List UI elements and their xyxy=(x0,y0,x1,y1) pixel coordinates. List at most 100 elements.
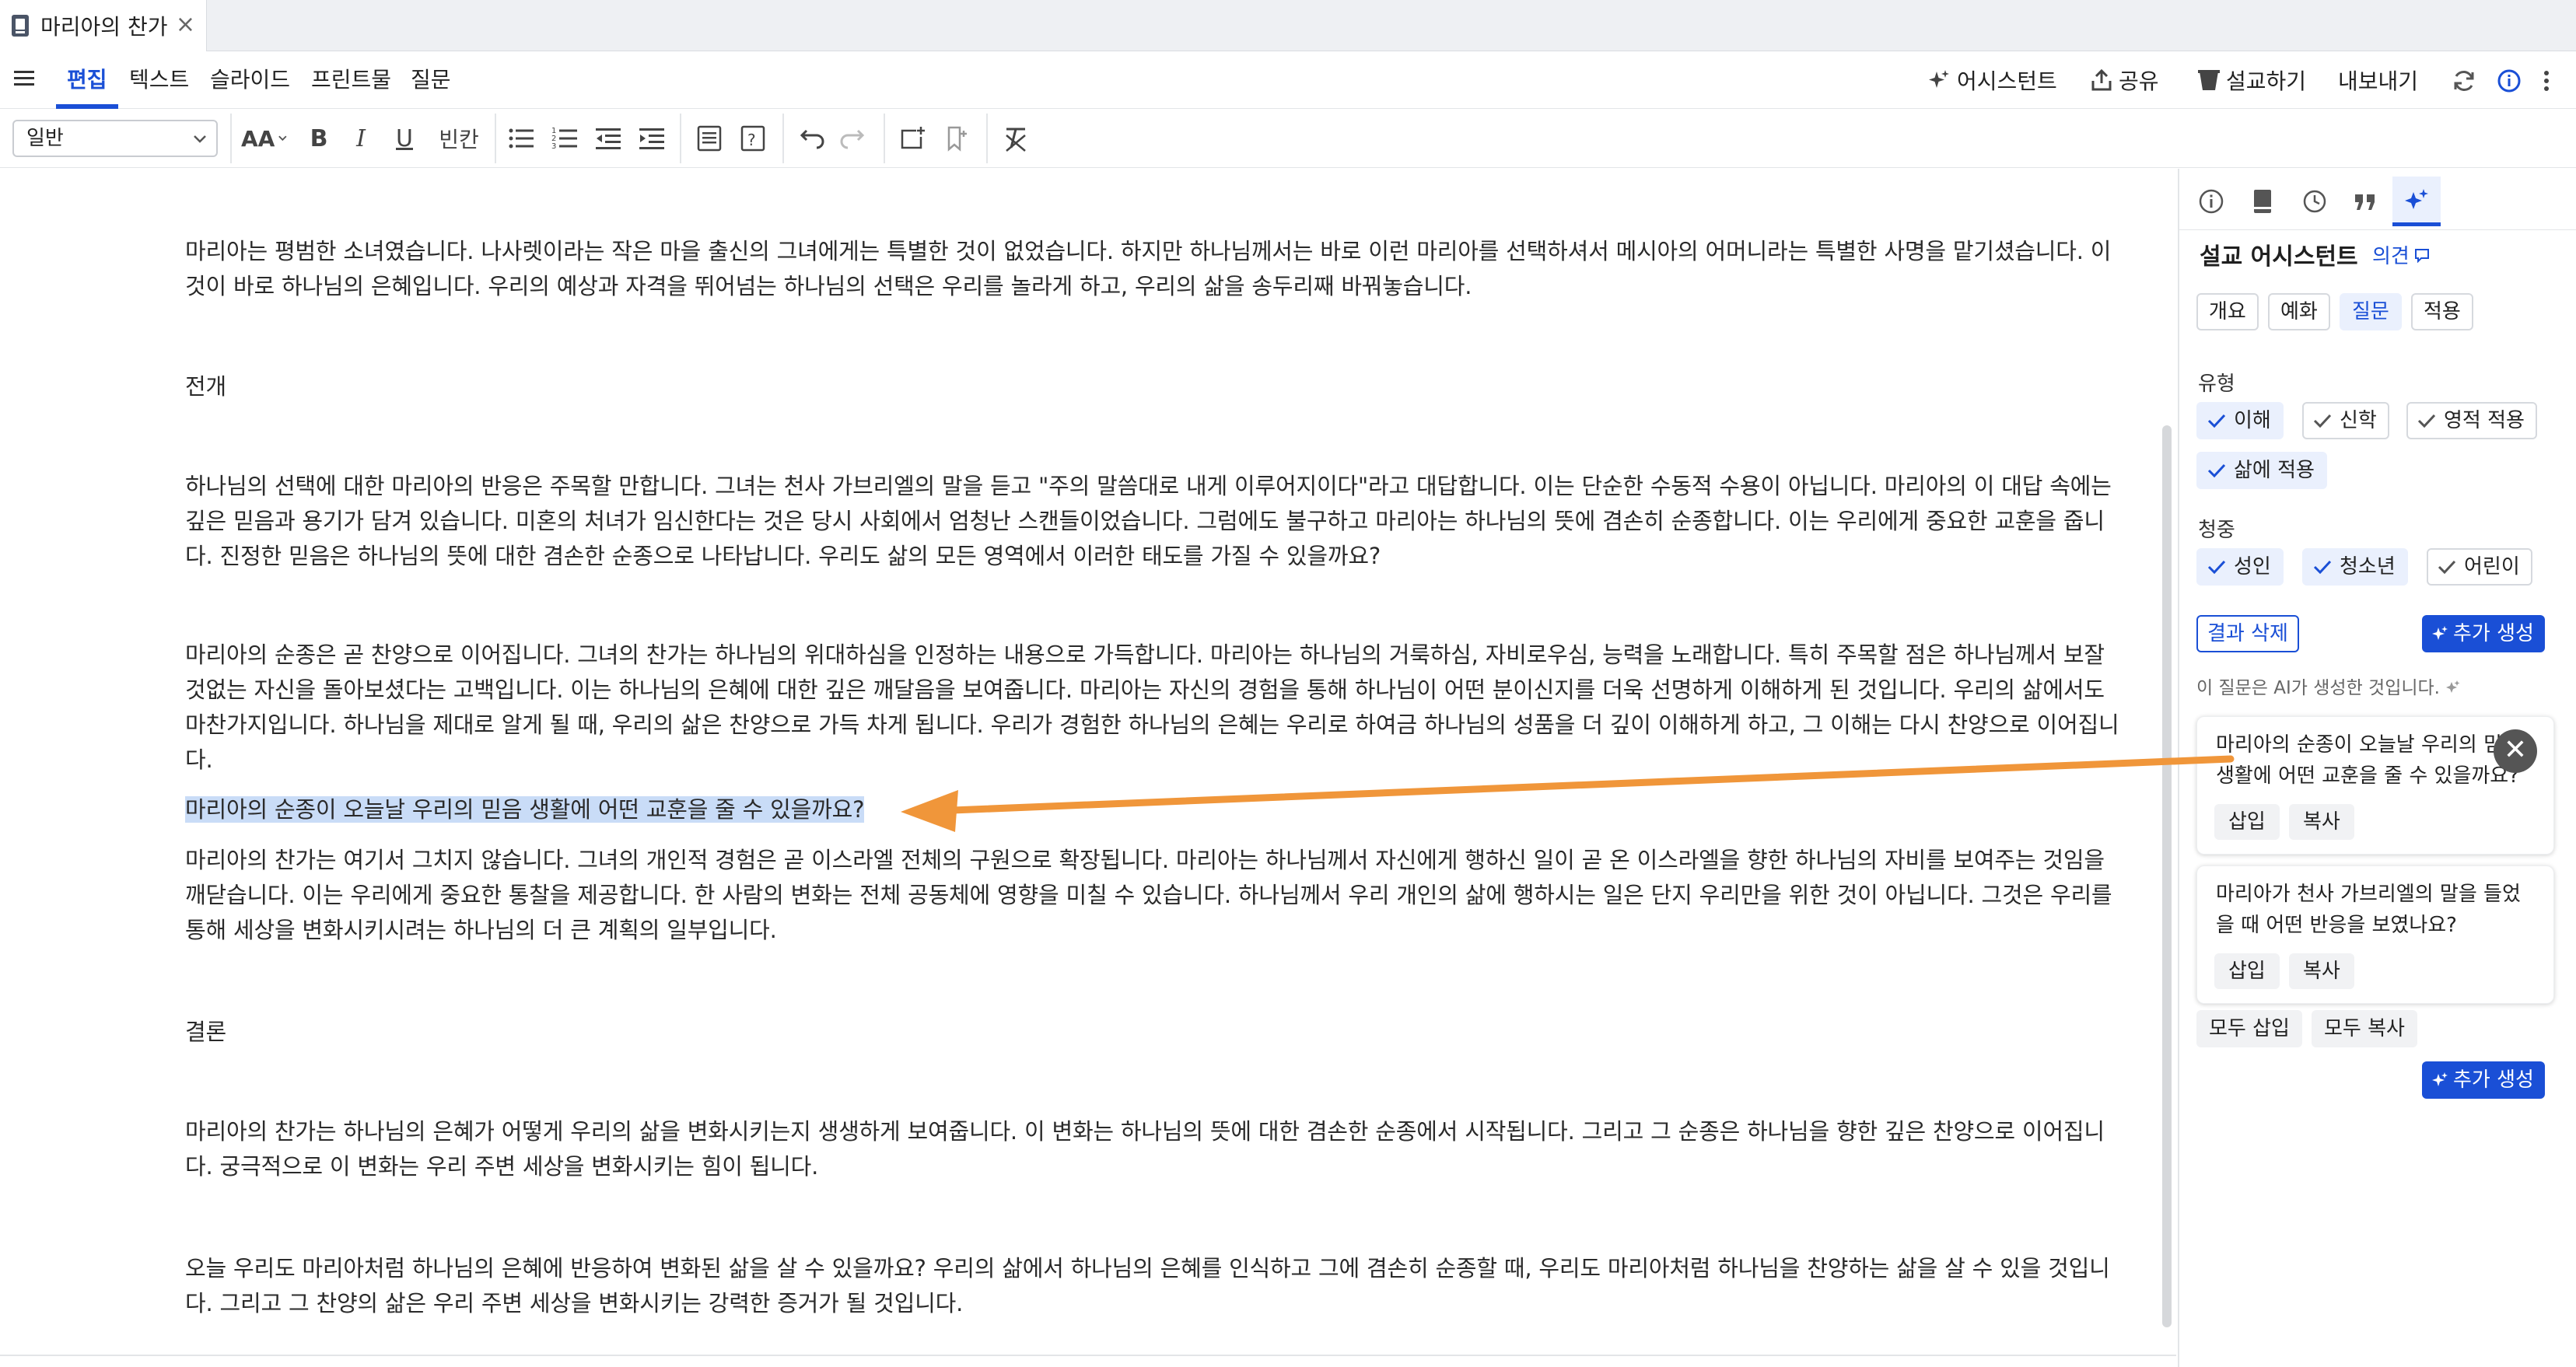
sparkle-icon xyxy=(2446,680,2460,693)
panel-tab-history[interactable] xyxy=(2290,177,2338,226)
font-size-button[interactable]: AA xyxy=(241,123,288,154)
share-button[interactable]: 공유 xyxy=(2091,51,2159,109)
panel-tab-assistant[interactable] xyxy=(2392,177,2441,226)
copy-all-button[interactable]: 모두 복사 xyxy=(2312,1010,2417,1047)
generate-more-button[interactable]: 추가 생성 xyxy=(2422,615,2545,652)
paragraph-style-select[interactable]: 일반 xyxy=(12,120,218,157)
question-card-text: 마리아의 순종이 오늘날 우리의 믿음 생활에 어떤 교훈을 줄 수 있을까요? xyxy=(2216,733,2521,788)
mode-chip-illustration[interactable]: 예화 xyxy=(2268,293,2330,330)
numbered-list-icon[interactable]: 1 2 3 xyxy=(551,123,579,154)
quote-icon xyxy=(2355,194,2375,210)
browser-tab-bar: 마리아의 찬가 × xyxy=(0,0,2576,51)
paragraph[interactable]: 마리아는 평범한 소녀였습니다. 나사렛이라는 작은 마을 출신의 그녀에게는 … xyxy=(185,234,2122,304)
bold-button[interactable]: B xyxy=(305,123,333,154)
more-vertical-icon[interactable] xyxy=(2540,68,2553,93)
preach-button[interactable]: 설교하기 xyxy=(2198,51,2306,109)
audience-option-youth[interactable]: 청소년 xyxy=(2302,548,2408,586)
type-option-understanding[interactable]: 이해 xyxy=(2196,402,2284,439)
format-toolbar: 일반 AA B I U 빈칸 1 2 3 ? xyxy=(0,109,2576,168)
clear-results-button[interactable]: 결과 삭제 xyxy=(2196,615,2299,652)
mode-chip-questions[interactable]: 질문 xyxy=(2340,293,2402,330)
selected-question-text: 마리아의 순종이 오늘날 우리의 믿음 생활에 어떤 교훈을 줄 수 있을까요? xyxy=(185,796,865,823)
paragraph[interactable]: 마리아의 순종은 곧 찬양으로 이어집니다. 그녀의 찬가는 하나님의 위대하심… xyxy=(185,638,2122,778)
type-option-life-application[interactable]: 삶에 적용 xyxy=(2196,452,2327,489)
insert-all-button[interactable]: 모두 삽입 xyxy=(2196,1010,2302,1047)
chevron-down-icon xyxy=(194,135,206,143)
hamburger-menu-icon[interactable] xyxy=(12,67,36,90)
clear-format-icon[interactable] xyxy=(1002,123,1030,154)
insert-button[interactable]: 삽입 xyxy=(2214,804,2280,840)
document-tab-title: 마리아의 찬가 xyxy=(40,14,168,40)
assistant-button[interactable]: 어시스턴트 xyxy=(1927,51,2057,109)
mode-chip-outline[interactable]: 개요 xyxy=(2196,293,2259,330)
audience-option-children[interactable]: 어린이 xyxy=(2427,548,2532,586)
tab-edit[interactable]: 편집 xyxy=(56,51,117,109)
indent-icon[interactable] xyxy=(638,123,666,154)
paragraph[interactable]: 오늘 우리도 마리아처럼 하나님의 은혜에 반응하여 변화된 삶을 살 수 있을… xyxy=(185,1251,2122,1321)
ai-generated-note: 이 질문은 AI가 생성한 것입니다. xyxy=(2196,673,2461,699)
bullet-list-icon[interactable] xyxy=(507,123,535,154)
text-block-icon[interactable] xyxy=(695,123,723,154)
insert-button[interactable]: 삽입 xyxy=(2214,953,2280,989)
copy-button[interactable]: 복사 xyxy=(2289,804,2354,840)
panel-tab-info[interactable] xyxy=(2187,177,2235,226)
paragraph[interactable]: 마리아의 찬가는 하나님의 은혜가 어떻게 우리의 삶을 변화시키는지 생생하게… xyxy=(185,1114,2122,1184)
section-heading-conclusion[interactable]: 결론 xyxy=(185,1015,2122,1050)
bookmark-add-icon[interactable] xyxy=(943,123,971,154)
question-block-icon[interactable]: ? xyxy=(739,123,767,154)
check-icon xyxy=(2417,414,2436,428)
tab-handout[interactable]: 프린트물 xyxy=(311,51,391,109)
chevron-down-icon xyxy=(278,135,287,142)
section-heading-development[interactable]: 전개 xyxy=(185,369,2122,404)
toolbar-divider xyxy=(680,114,681,163)
toolbar-divider xyxy=(884,114,885,163)
sparkle-icon xyxy=(1929,70,1949,88)
check-icon xyxy=(2313,414,2332,428)
paragraph[interactable]: 하나님의 선택에 대한 마리아의 반응은 주목할 만합니다. 그녀는 천사 가브… xyxy=(185,469,2122,574)
document-icon xyxy=(12,15,29,37)
check-icon xyxy=(2207,560,2226,574)
blank-button[interactable]: 빈칸 xyxy=(434,123,484,154)
paragraph[interactable]: 마리아의 찬가는 여기서 그치지 않습니다. 그녀의 개인적 경험은 곧 이스라… xyxy=(185,843,2122,948)
type-option-spiritual-application[interactable]: 영적 적용 xyxy=(2406,402,2537,439)
tab-slides[interactable]: 슬라이드 xyxy=(210,51,290,109)
audience-section-label: 청중 xyxy=(2198,519,2235,542)
generate-more-button-bottom[interactable]: 추가 생성 xyxy=(2422,1061,2545,1099)
info-icon[interactable] xyxy=(2497,68,2522,93)
panel-tab-quotes[interactable] xyxy=(2341,177,2389,226)
audience-option-adult[interactable]: 성인 xyxy=(2196,548,2284,586)
close-tab-icon[interactable]: × xyxy=(176,12,195,37)
inserted-question[interactable]: 마리아의 순종이 오늘날 우리의 믿음 생활에 어떤 교훈을 줄 수 있을까요? xyxy=(185,792,2122,827)
export-button[interactable]: 내보내기 xyxy=(2338,51,2418,109)
underline-button[interactable]: U xyxy=(390,123,418,154)
svg-text:?: ? xyxy=(747,131,756,149)
mode-chip-application[interactable]: 적용 xyxy=(2411,293,2473,330)
undo-icon[interactable] xyxy=(796,123,824,154)
document-tab[interactable]: 마리아의 찬가 × xyxy=(0,0,207,51)
editor-scrollbar[interactable] xyxy=(2162,425,2172,1327)
redo-icon[interactable] xyxy=(840,123,868,154)
sparkle-icon xyxy=(2432,1072,2448,1086)
feedback-link[interactable]: 의견 xyxy=(2372,240,2430,269)
bible-icon xyxy=(2254,190,2271,213)
close-card-icon[interactable]: ✕ xyxy=(2494,729,2537,773)
sparkle-icon xyxy=(2432,626,2448,640)
check-icon xyxy=(2207,463,2226,477)
italic-button[interactable]: I xyxy=(347,123,375,154)
document-editor[interactable]: 마리아는 평범한 소녀였습니다. 나사렛이라는 작은 마을 출신의 그녀에게는 … xyxy=(0,169,2176,1355)
outdent-icon[interactable] xyxy=(594,123,622,154)
check-icon xyxy=(2313,560,2332,574)
type-option-theology[interactable]: 신학 xyxy=(2302,402,2389,439)
comment-icon xyxy=(2414,248,2429,263)
add-slide-icon[interactable] xyxy=(899,123,927,154)
toolbar-divider xyxy=(230,114,232,163)
toolbar-divider xyxy=(986,114,988,163)
panel-tab-bible[interactable] xyxy=(2238,177,2287,226)
tab-questions[interactable]: 질문 xyxy=(411,51,451,109)
toolbar-divider xyxy=(495,114,496,163)
copy-button[interactable]: 복사 xyxy=(2289,953,2354,989)
sparkle-icon xyxy=(2405,189,2428,209)
question-card-text: 마리아가 천사 가브리엘의 말을 들었을 때 어떤 반응을 보였나요? xyxy=(2216,883,2521,937)
tab-text[interactable]: 텍스트 xyxy=(129,51,189,109)
sync-icon[interactable] xyxy=(2452,68,2476,93)
